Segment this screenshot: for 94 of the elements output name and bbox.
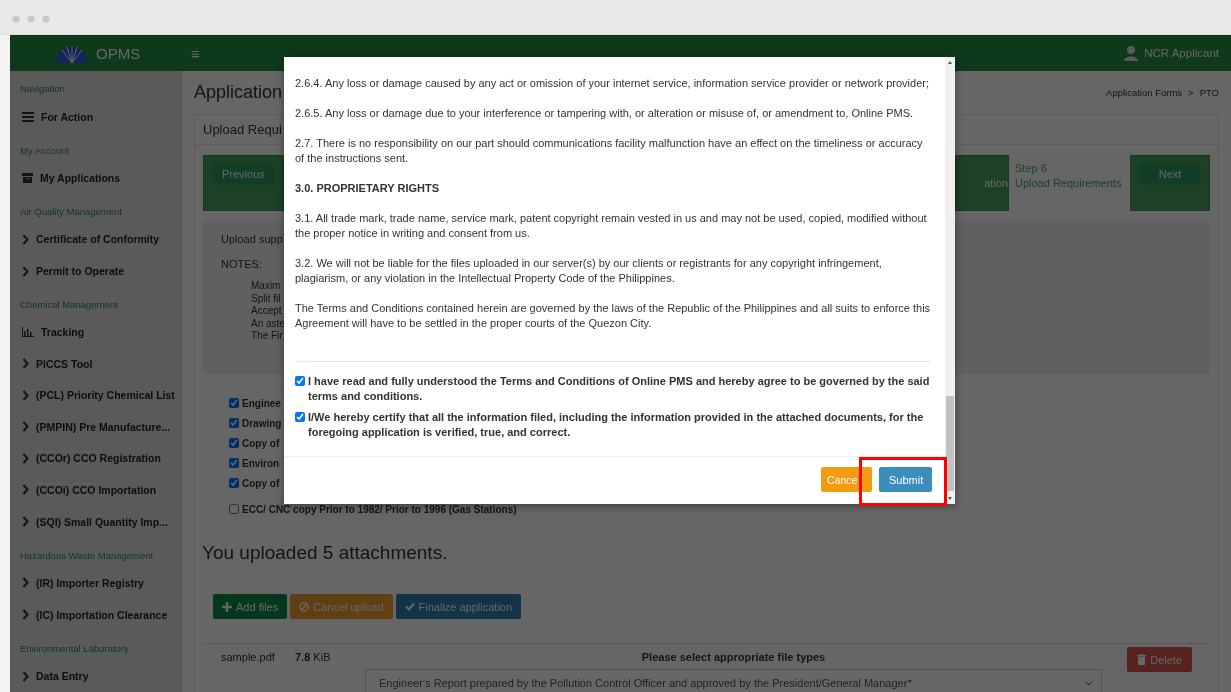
checkbox[interactable] [229, 438, 239, 448]
sidebar-item[interactable]: (CCOi) CCO Importation [10, 474, 181, 506]
agreement-text: I/We hereby certify that all the information filed, including the information provided in the attached documents, for the foregoing application is verified, true, and correct. [308, 410, 925, 440]
chevron-right-icon [22, 670, 29, 682]
finalize-button[interactable]: Finalize application [395, 594, 522, 619]
terms-paragraph: 3.1. All trade mark, trade name, service mark, patent copyright remain vested in us and may not be used, copied, modified without the proper notice in writing and consent from us. [295, 211, 928, 241]
previous-button[interactable]: Previous [212, 163, 275, 185]
breadcrumb-link[interactable]: Application Forms [1106, 87, 1183, 98]
ban-icon [299, 601, 310, 612]
checkbox[interactable] [229, 478, 239, 488]
cancel-button[interactable]: Cancel upload [290, 594, 393, 619]
requirement-label: Environ [242, 457, 280, 469]
breadcrumb-separator: > [1188, 87, 1194, 98]
requirement-label: Enginee [242, 397, 281, 409]
sidebar-item[interactable]: My Applications [10, 162, 181, 194]
file-type-label: Please select appropriate file types [640, 651, 827, 663]
checkbox[interactable] [229, 418, 239, 428]
current-step: Step 6 Upload Requirements [1009, 155, 1130, 211]
list-icon [22, 111, 34, 122]
brand-name: OPMS [96, 44, 141, 62]
window-controls-icon [12, 15, 50, 23]
sidebar-item[interactable]: (CCOr) CCO Registration [10, 443, 181, 475]
file-name: sample.pdf [221, 651, 276, 663]
note-line: An aste [251, 317, 285, 330]
sidebar-item[interactable]: (PCL) Priority Chemical List [10, 380, 181, 412]
chevron-right-icon [22, 421, 29, 433]
page-title: Application [194, 82, 283, 102]
sidebar-item[interactable]: Certificate of Conformity [10, 224, 181, 256]
sidebar-item[interactable]: (PMPIN) Pre Manufacture... [10, 411, 181, 443]
chevron-right-icon [22, 265, 29, 277]
note-line: Split fil [251, 292, 281, 305]
bar-chart-icon [22, 327, 34, 338]
step-tab[interactable]: ation [955, 155, 1009, 211]
requirement-label: Copy of [242, 477, 280, 489]
section-label: Navigation [19, 82, 66, 96]
notes-heading: NOTES: [221, 258, 262, 270]
terms-paragraph: 2.6.4. Any loss or damage caused by any act or omission of your internet service, information service provider or network provider; [295, 76, 931, 91]
terms-paragraph: 3.2. We will not be liable for the files uploaded in our server(s) by our clients or registrants for any copyright infringement, plagiarism, or any violation in the Intellectual Property Code of the Philippines. [295, 256, 883, 286]
chevron-right-icon [22, 484, 29, 496]
user-name[interactable]: NCR Applicant [1144, 47, 1219, 59]
requirement-label: Copy of [242, 437, 280, 449]
sidebar-item[interactable]: (IR) Importer Registry [10, 567, 181, 599]
sidebar-item[interactable]: Permit to Operate [10, 255, 181, 287]
sidebar-item[interactable]: Data Entry [10, 660, 181, 692]
section-label: Environmental Laboratory [19, 641, 130, 656]
archive-icon [22, 173, 33, 184]
user-icon [1124, 45, 1139, 61]
plus-icon [222, 601, 232, 612]
section-label: Hazardous Waste Management [19, 548, 155, 563]
breadcrumb-link[interactable]: PTO [1199, 87, 1219, 98]
panel-title: Upload Requi [203, 122, 282, 137]
chevron-right-icon [22, 233, 29, 245]
submit-button[interactable]: Submit [879, 467, 932, 492]
section-label: Air Quality Management [19, 205, 123, 219]
requirement-label: ECC/ CNC copy Prior to 1982/ Prior to 1996 (Gas Stations) [242, 503, 517, 515]
terms-paragraph: 2.6.5. Any loss or damage due to your interference or tampering with, or alteration or misuse of, or amendment to, Online PMS. [295, 106, 915, 121]
section-label: My Account [19, 143, 71, 158]
checkbox[interactable] [229, 504, 239, 514]
note-line: Accept [251, 305, 282, 318]
checkbox[interactable] [229, 398, 239, 408]
checkbox[interactable] [295, 376, 305, 386]
chevron-right-icon [22, 358, 29, 370]
file-size: 7.8 KiB [295, 651, 332, 663]
note-line: The Fir [251, 330, 283, 343]
delete-button[interactable]: Delete [1127, 647, 1192, 672]
checkmark-icon [404, 602, 415, 611]
menu-button[interactable]: ≡ [191, 44, 200, 62]
section-label: Chemical Management [19, 298, 119, 312]
note-line: Maxim [251, 280, 281, 293]
checkbox[interactable] [295, 412, 305, 422]
terms-paragraph: The Terms and Conditions contained herein are governed by the laws of the Republic of the Philippines and all suits to enforce this Agreement will have to be settled in the proper courts of the Quezon City. [295, 301, 931, 331]
add-button[interactable]: Add files [213, 594, 288, 619]
agreement-text: I have read and fully understood the Terms and Conditions of Online PMS and hereby agree to be governed by the said terms and conditions. [308, 374, 931, 404]
sidebar-item[interactable]: For Action [10, 101, 181, 133]
chevron-right-icon [22, 389, 29, 401]
section-heading: 3.0. PROPRIETARY RIGHTS [295, 181, 441, 196]
next-button[interactable]: Next [1139, 163, 1201, 185]
terms-paragraph: 2.7. There is no responsibility on our part should communications facility malfunction have an effect on the timeliness or accuracy of the instructions sent. [295, 136, 924, 166]
chevron-right-icon [22, 577, 29, 589]
cancel-button[interactable]: Cance [821, 467, 872, 492]
chevron-right-icon [22, 609, 29, 621]
checkbox[interactable] [229, 458, 239, 468]
chevron-right-icon [22, 516, 29, 528]
requirement-label: Drawing [242, 417, 282, 429]
trash-icon [1137, 654, 1147, 665]
sidebar-item[interactable]: (SQI) Small Quantity Imp... [10, 506, 181, 538]
sidebar-item[interactable]: Tracking [10, 317, 181, 349]
upload-summary: You uploaded 5 attachments. [201, 541, 449, 564]
sidebar-item[interactable]: PICCS Tool [10, 348, 181, 380]
file-type-dropdown[interactable]: Engineer's Report prepared by the Pollution Control Officer and approved by the President/General Manager* [365, 669, 1102, 692]
sidebar-item[interactable]: (IC) Importation Clearance [10, 599, 181, 631]
notes-intro: Upload supp [221, 233, 283, 245]
chevron-right-icon [22, 452, 29, 464]
dropdown-caret-icon [1085, 680, 1093, 686]
